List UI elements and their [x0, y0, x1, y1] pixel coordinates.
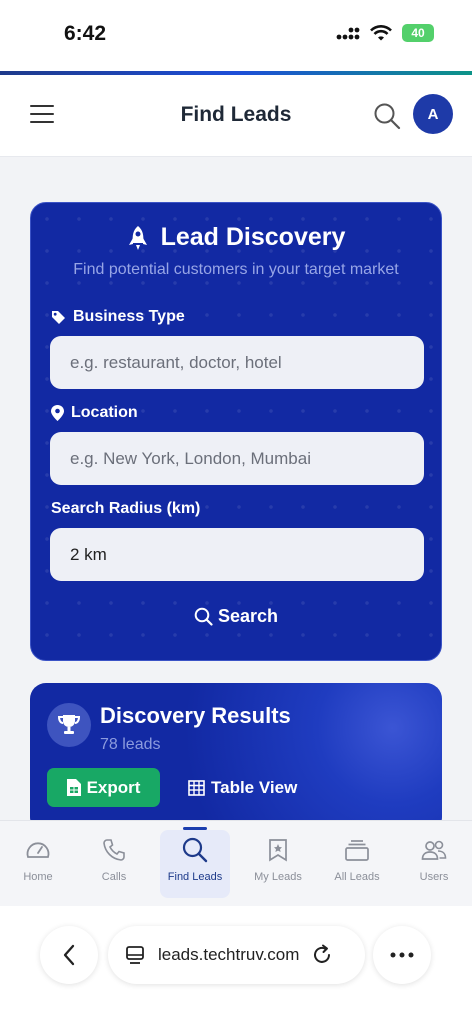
nav-find-leads[interactable]: Find Leads: [160, 830, 230, 898]
avatar[interactable]: A: [413, 94, 453, 134]
nav-users-label: Users: [419, 871, 449, 883]
table-view-label: Table View: [211, 777, 298, 797]
stack-icon: [345, 840, 369, 861]
tag-icon: [52, 310, 65, 324]
main-content: Lead Discovery Find potential customers …: [0, 158, 472, 820]
nav-home[interactable]: Home: [3, 835, 73, 883]
more-button[interactable]: [373, 926, 431, 984]
discovery-title-text: Lead Discovery: [160, 223, 346, 251]
nav-calls-label: Calls: [101, 871, 127, 883]
discovery-subtitle: Find potential customers in your target …: [73, 261, 399, 278]
reload-icon[interactable]: [311, 944, 333, 966]
lead-discovery-card: Lead Discovery Find potential customers …: [30, 202, 442, 661]
nav-home-label: Home: [23, 871, 53, 883]
export-button[interactable]: Export: [47, 768, 160, 807]
back-button[interactable]: [40, 926, 98, 984]
radius-label: Search Radius (km): [51, 500, 201, 517]
search-icon: [182, 837, 208, 863]
search-button[interactable]: Search: [31, 606, 441, 627]
search-icon: [194, 607, 213, 626]
more-icon: [390, 952, 414, 958]
nav-my-leads[interactable]: My Leads: [243, 835, 313, 883]
nav-calls[interactable]: Calls: [79, 835, 149, 883]
results-count: 78 leads: [100, 736, 161, 753]
nav-find-leads-label: Find Leads: [167, 871, 223, 883]
search-icon[interactable]: [373, 102, 401, 130]
discovery-title: Lead Discovery: [31, 223, 441, 252]
rocket-icon: [128, 225, 147, 250]
business-type-label: Business Type: [51, 308, 185, 326]
table-icon: [188, 779, 205, 796]
spreadsheet-icon: [66, 779, 81, 796]
map-pin-icon: [51, 405, 64, 421]
status-bar: 6:42 40: [0, 0, 472, 72]
wifi-icon: [370, 25, 392, 41]
results-title: Discovery Results: [100, 703, 291, 728]
battery-indicator: 40: [402, 24, 434, 42]
page-title: Find Leads: [180, 103, 292, 126]
url-text: leads.techtruv.com: [158, 945, 300, 964]
status-icons: 40: [336, 24, 434, 42]
tabs-icon: [126, 946, 144, 964]
nav-all-leads-label: All Leads: [334, 871, 380, 883]
phone-icon: [103, 839, 125, 861]
table-view-button[interactable]: Table View: [188, 768, 297, 807]
gauge-icon: [26, 842, 50, 858]
bottom-nav: Home Calls Find Leads My Leads All Leads…: [0, 820, 472, 906]
location-label: Location: [51, 404, 138, 422]
business-type-input[interactable]: e.g. restaurant, doctor, hotel: [50, 336, 424, 389]
nav-all-leads[interactable]: All Leads: [322, 835, 392, 883]
address-bar[interactable]: leads.techtruv.com: [108, 926, 365, 984]
status-time: 6:42: [64, 22, 107, 45]
chevron-left-icon: [63, 944, 75, 966]
app-header: Find Leads A: [0, 75, 472, 157]
export-button-label: Export: [86, 777, 141, 797]
search-button-label: Search: [217, 606, 279, 626]
location-label-text: Location: [71, 404, 138, 421]
radius-select[interactable]: 2 km: [50, 528, 424, 581]
discovery-results-card: Discovery Results 78 leads Export Table …: [30, 683, 442, 820]
bookmark-icon: [269, 839, 287, 862]
nav-my-leads-label: My Leads: [254, 871, 302, 883]
users-icon: [421, 840, 447, 860]
location-input[interactable]: e.g. New York, London, Mumbai: [50, 432, 424, 485]
browser-toolbar: leads.techtruv.com: [0, 906, 472, 1024]
business-type-label-text: Business Type: [73, 308, 185, 325]
signal-icon: [336, 27, 360, 40]
trophy-icon: [47, 703, 91, 747]
nav-users[interactable]: Users: [399, 835, 469, 883]
